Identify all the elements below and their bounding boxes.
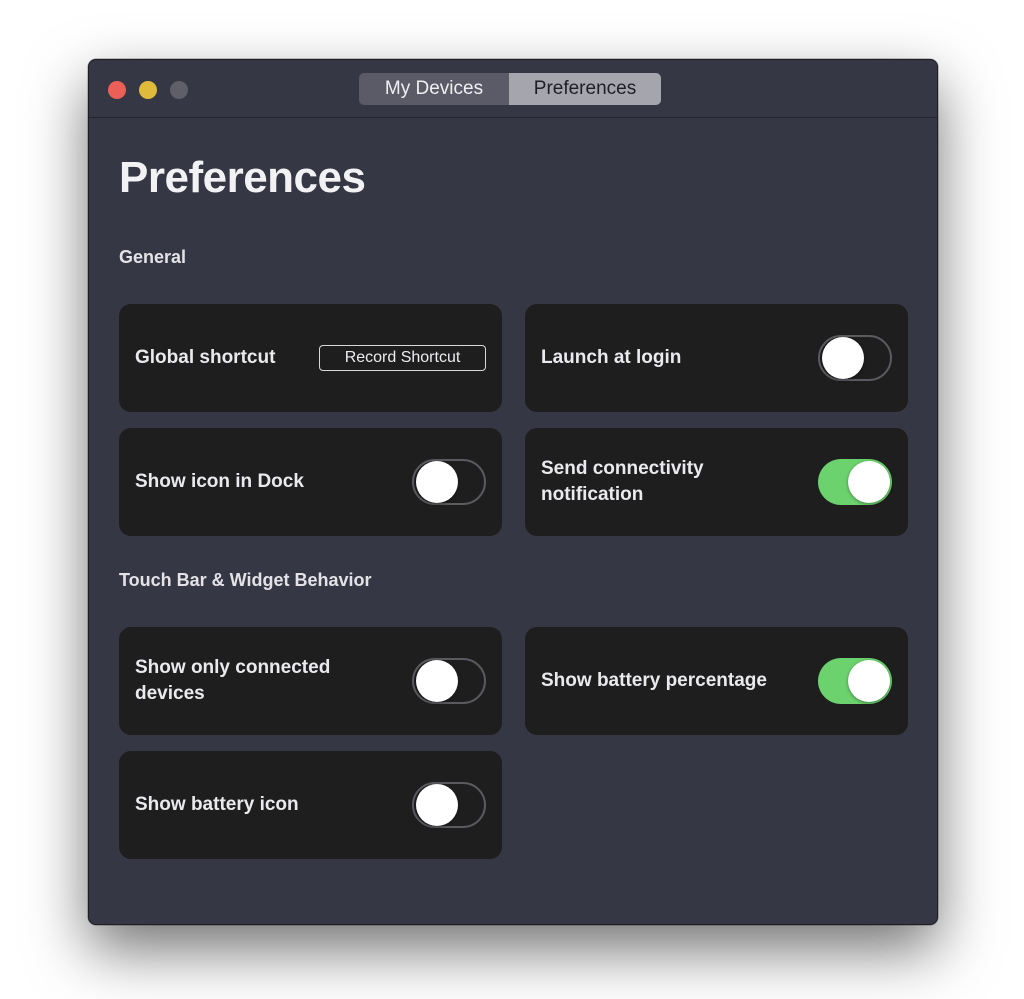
view-segmented-control: My Devices Preferences — [359, 73, 661, 105]
show-battery-icon-toggle[interactable] — [412, 782, 486, 828]
tab-my-devices[interactable]: My Devices — [359, 73, 509, 105]
show-icon-in-dock-label: Show icon in Dock — [135, 471, 304, 492]
show-icon-in-dock-card: Show icon in Dock — [119, 428, 502, 536]
toggle-knob — [416, 461, 458, 503]
connectivity-notification-label: Send connectivity notification — [541, 458, 704, 505]
toggle-knob — [848, 660, 890, 702]
preferences-window: My Devices Preferences Preferences Gener… — [88, 59, 938, 925]
record-shortcut-button[interactable]: Record Shortcut — [319, 345, 486, 371]
section-title-touch-bar: Touch Bar & Widget Behavior — [119, 570, 372, 590]
minimize-window-button[interactable] — [139, 81, 157, 99]
launch-at-login-toggle[interactable] — [818, 335, 892, 381]
show-battery-percentage-label: Show battery percentage — [541, 670, 767, 691]
launch-at-login-label: Launch at login — [541, 347, 682, 368]
global-shortcut-card: Global shortcut Record Shortcut — [119, 304, 502, 412]
close-window-button[interactable] — [108, 81, 126, 99]
title-bar: My Devices Preferences — [89, 60, 937, 118]
toggle-knob — [416, 784, 458, 826]
show-battery-icon-label: Show battery icon — [135, 794, 299, 815]
launch-at-login-card: Launch at login — [525, 304, 908, 412]
show-only-connected-toggle[interactable] — [412, 658, 486, 704]
toggle-knob — [848, 461, 890, 503]
show-only-connected-label: Show only connected devices — [135, 657, 331, 704]
toggle-knob — [822, 337, 864, 379]
show-icon-in-dock-toggle[interactable] — [412, 459, 486, 505]
zoom-window-button[interactable] — [170, 81, 188, 99]
section-title-general: General — [119, 247, 187, 267]
page-title: Preferences — [119, 153, 366, 202]
tab-preferences[interactable]: Preferences — [509, 73, 661, 105]
show-only-connected-card: Show only connected devices — [119, 627, 502, 735]
toggle-knob — [416, 660, 458, 702]
show-battery-percentage-toggle[interactable] — [818, 658, 892, 704]
show-battery-percentage-card: Show battery percentage — [525, 627, 908, 735]
connectivity-notification-toggle[interactable] — [818, 459, 892, 505]
connectivity-notification-card: Send connectivity notification — [525, 428, 908, 536]
show-battery-icon-card: Show battery icon — [119, 751, 502, 859]
